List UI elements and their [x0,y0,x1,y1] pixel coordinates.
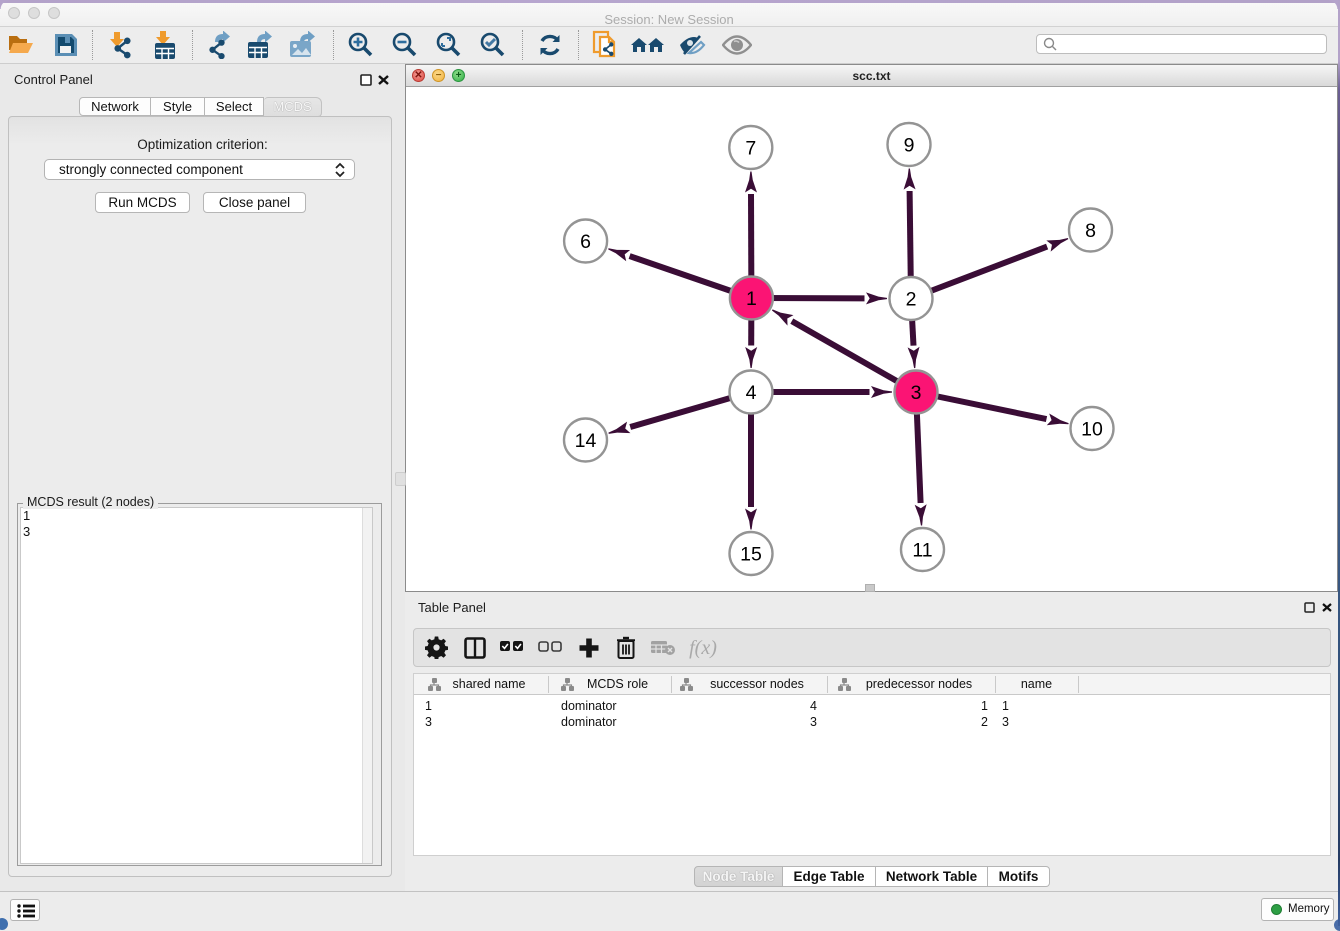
svg-text:15: 15 [740,544,762,566]
svg-text:7: 7 [745,138,756,160]
svg-text:3: 3 [911,382,922,404]
svg-text:9: 9 [904,135,915,157]
svg-text:10: 10 [1081,419,1103,441]
svg-text:14: 14 [575,430,597,452]
svg-text:8: 8 [1085,220,1096,242]
svg-text:6: 6 [580,231,591,253]
svg-text:f(x): f(x) [689,637,717,659]
svg-text:11: 11 [912,540,932,562]
svg-text:2: 2 [906,289,917,311]
svg-text:1: 1 [746,288,757,310]
svg-text:4: 4 [746,382,757,404]
